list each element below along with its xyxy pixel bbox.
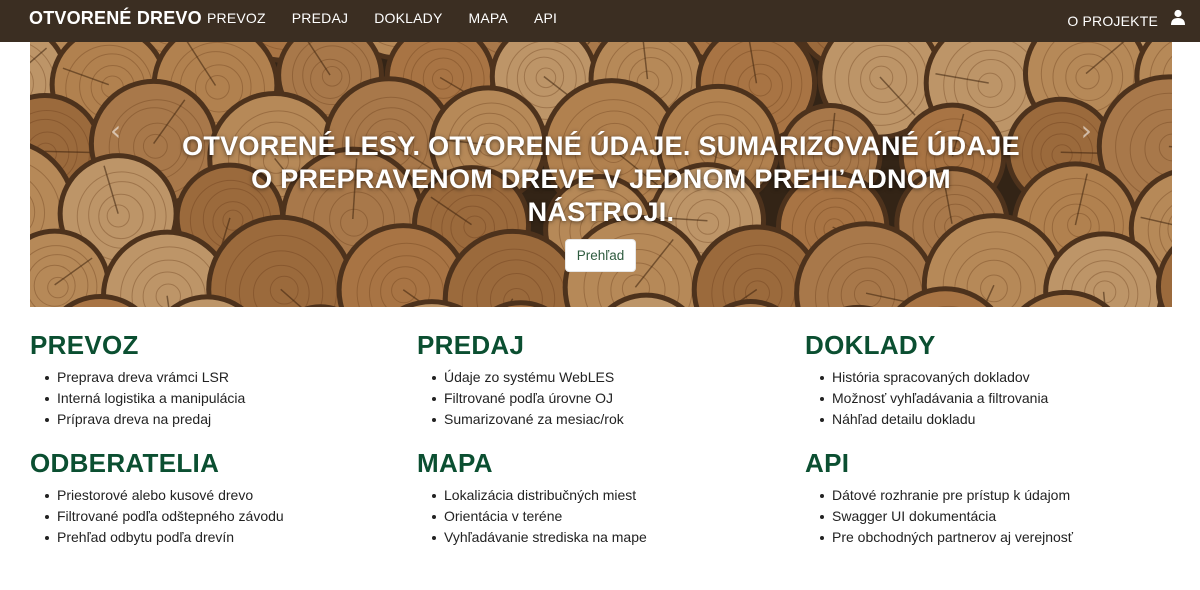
nav-links: PREVOZ PREDAJ DOKLADY MAPA API: [207, 0, 583, 42]
hero-headline-line: nástroji.: [527, 197, 675, 227]
list-item: História spracovaných dokladov: [805, 367, 1165, 388]
list-item: Preprava dreva vrámci LSR: [30, 367, 390, 388]
feature-list: Dátové rozhranie pre prístup k údajom Sw…: [805, 485, 1165, 548]
section-title[interactable]: MAPA: [417, 448, 777, 478]
section-title[interactable]: PREDAJ: [417, 330, 777, 360]
section-title[interactable]: ODBERATELIA: [30, 448, 390, 478]
list-item: Príprava dreva na predaj: [30, 409, 390, 430]
section-title[interactable]: API: [805, 448, 1165, 478]
section-title[interactable]: PREVOZ: [30, 330, 390, 360]
carousel-next-arrow[interactable]: ›: [1081, 114, 1092, 147]
carousel-prev-arrow[interactable]: ‹: [110, 114, 121, 147]
hero-headline-line: Otvorené lesy. Otvorené údaje. Sumarizov…: [182, 131, 1020, 161]
section-doklady: DOKLADY História spracovaných dokladov M…: [805, 330, 1165, 430]
feature-list: Lokalizácia distribučných miest Orientác…: [417, 485, 777, 548]
list-item: Vyhľadávanie strediska na mape: [417, 527, 777, 548]
list-item: Sumarizované za mesiac/rok: [417, 409, 777, 430]
feature-list: Údaje zo systému WebLES Filtrované podľa…: [417, 367, 777, 430]
list-item: Priestorové alebo kusové drevo: [30, 485, 390, 506]
nav-link-o-projekte[interactable]: O PROJEKTE: [1067, 3, 1158, 39]
list-item: Prehľad odbytu podľa drevín: [30, 527, 390, 548]
list-item: Filtrované podľa odštepného závodu: [30, 506, 390, 527]
section-api: API Dátové rozhranie pre prístup k údajo…: [805, 448, 1165, 548]
hero-headline: Otvorené lesy. Otvorené údaje. Sumarizov…: [180, 130, 1022, 229]
feature-list: Priestorové alebo kusové drevo Filtrovan…: [30, 485, 390, 548]
hero-carousel: ‹ › Otvorené lesy. Otvorené údaje. Sumar…: [30, 42, 1172, 307]
section-prevoz: PREVOZ Preprava dreva vrámci LSR Interná…: [30, 330, 390, 430]
section-title[interactable]: DOKLADY: [805, 330, 1165, 360]
user-icon[interactable]: [1170, 9, 1186, 25]
nav-link-prevoz[interactable]: PREVOZ: [207, 0, 266, 42]
section-predaj: PREDAJ Údaje zo systému WebLES Filtrovan…: [417, 330, 777, 430]
list-item: Lokalizácia distribučných miest: [417, 485, 777, 506]
feature-list: Preprava dreva vrámci LSR Interná logist…: [30, 367, 390, 430]
nav-right: O PROJEKTE: [1067, 0, 1158, 42]
list-item: Interná logistika a manipulácia: [30, 388, 390, 409]
nav-link-predaj[interactable]: PREDAJ: [292, 0, 348, 42]
list-item: Údaje zo systému WebLES: [417, 367, 777, 388]
list-item: Swagger UI dokumentácia: [805, 506, 1165, 527]
list-item: Náhľad detailu dokladu: [805, 409, 1165, 430]
overview-button[interactable]: Prehľad: [565, 239, 636, 272]
list-item: Orientácia v teréne: [417, 506, 777, 527]
nav-link-doklady[interactable]: DOKLADY: [374, 0, 442, 42]
brand-logo-link[interactable]: OTVORENÉ DREVO: [29, 0, 202, 42]
hero-headline-line: o prepravenom dreve v jednom prehľadnom: [251, 164, 951, 194]
list-item: Dátové rozhranie pre prístup k údajom: [805, 485, 1165, 506]
section-odberatelia: ODBERATELIA Priestorové alebo kusové dre…: [30, 448, 390, 548]
feature-list: História spracovaných dokladov Možnosť v…: [805, 367, 1165, 430]
nav-link-api[interactable]: API: [534, 0, 557, 42]
list-item: Možnosť vyhľadávania a filtrovania: [805, 388, 1165, 409]
section-mapa: MAPA Lokalizácia distribučných miest Ori…: [417, 448, 777, 548]
list-item: Filtrované podľa úrovne OJ: [417, 388, 777, 409]
top-navbar: OTVORENÉ DREVO PREVOZ PREDAJ DOKLADY MAP…: [0, 0, 1200, 42]
nav-link-mapa[interactable]: MAPA: [469, 0, 508, 42]
list-item: Pre obchodných partnerov aj verejnosť: [805, 527, 1165, 548]
